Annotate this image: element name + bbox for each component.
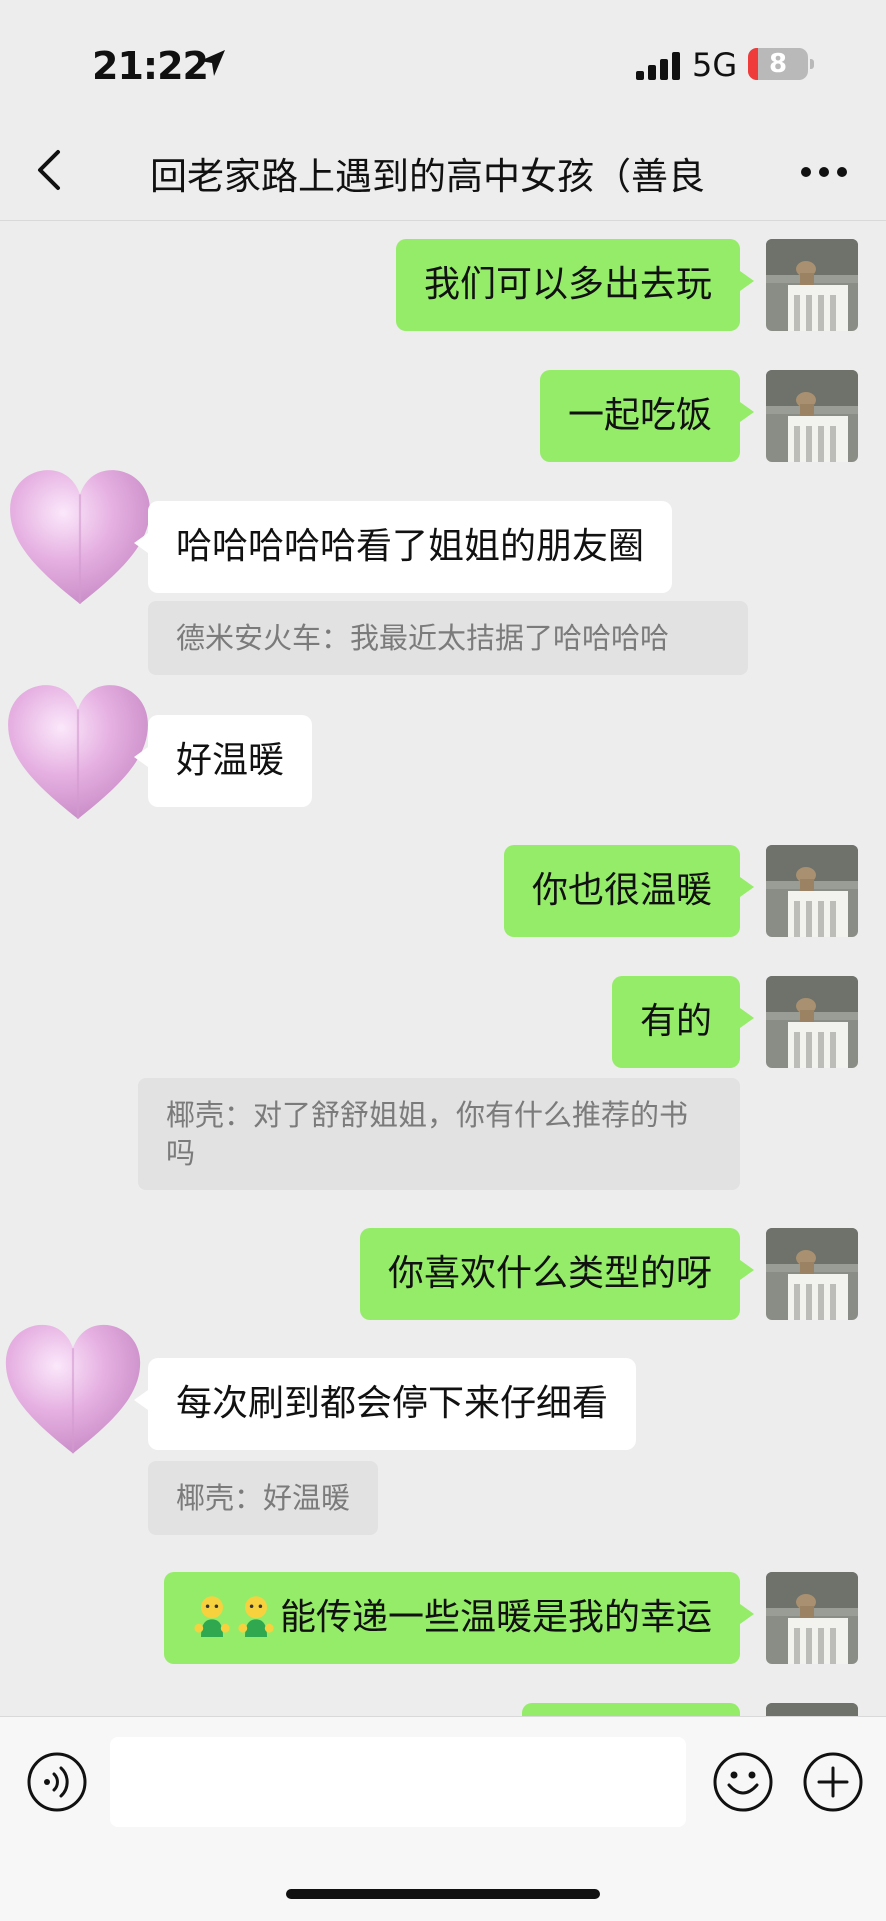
my-avatar[interactable] [766,370,858,462]
message-text: 能传递一些温暖是我的幸运 [279,1597,712,1638]
quoted-message[interactable]: 椰壳：好温暖 [148,1461,379,1535]
other-message-bubble[interactable]: 哈哈哈哈哈看了姐姐的朋友圈 [133,501,673,593]
heart-avatar-icon[interactable] [0,1316,146,1468]
chat-header: 回老家路上遇到的高中女孩（善良 [0,120,886,221]
heart-avatar-icon[interactable] [2,679,154,831]
message-list[interactable]: 我们可以多出去玩 一起吃饭 哈哈哈哈哈看了姐姐的朋友圈 德米安火车：我最近太拮据… [0,221,886,1716]
chat-title: 回老家路上遇到的高中女孩（善良 [150,155,705,198]
my-avatar[interactable] [766,845,858,937]
status-bar: 21:22 5G 8 [0,0,886,120]
network-type: 5G [692,46,738,84]
my-message-bubble-partial[interactable] [522,1703,740,1716]
plus-icon[interactable] [802,1751,864,1813]
emoji-icon[interactable] [712,1751,774,1813]
person-emoji-icon [190,1593,234,1637]
my-avatar[interactable] [766,1572,858,1664]
input-bar [0,1716,886,1921]
my-message-bubble[interactable]: 有的 [611,976,755,1068]
message-input[interactable] [110,1737,686,1827]
my-message-bubble[interactable]: 我们可以多出去玩 [395,239,755,331]
my-avatar[interactable] [766,239,858,331]
my-message-bubble[interactable]: 能传递一些温暖是我的幸运 [163,1572,755,1664]
my-avatar[interactable] [766,1703,858,1716]
quoted-message[interactable]: 椰壳：对了舒舒姐姐，你有什么推荐的书吗 [138,1078,740,1190]
voice-icon[interactable] [26,1751,88,1813]
other-message-bubble[interactable]: 好温暖 [133,715,313,807]
battery-level: 8 [768,49,788,79]
home-indicator [286,1889,600,1899]
quoted-message[interactable]: 德米安火车：我最近太拮据了哈哈哈哈 [148,601,748,675]
my-message-bubble[interactable]: 一起吃饭 [539,370,755,462]
person-emoji-icon [234,1593,278,1637]
more-icon[interactable] [800,166,848,178]
my-message-bubble[interactable]: 你喜欢什么类型的呀 [359,1228,755,1320]
my-message-bubble[interactable]: 你也很温暖 [503,845,755,937]
back-icon[interactable] [32,148,68,192]
signal-icon [636,52,680,80]
status-time: 21:22 [92,44,209,88]
battery-icon: 8 [748,48,814,80]
other-message-bubble[interactable]: 每次刷到都会停下来仔细看 [133,1358,637,1450]
location-arrow-icon [200,50,225,76]
my-avatar[interactable] [766,1228,858,1320]
my-avatar[interactable] [766,976,858,1068]
